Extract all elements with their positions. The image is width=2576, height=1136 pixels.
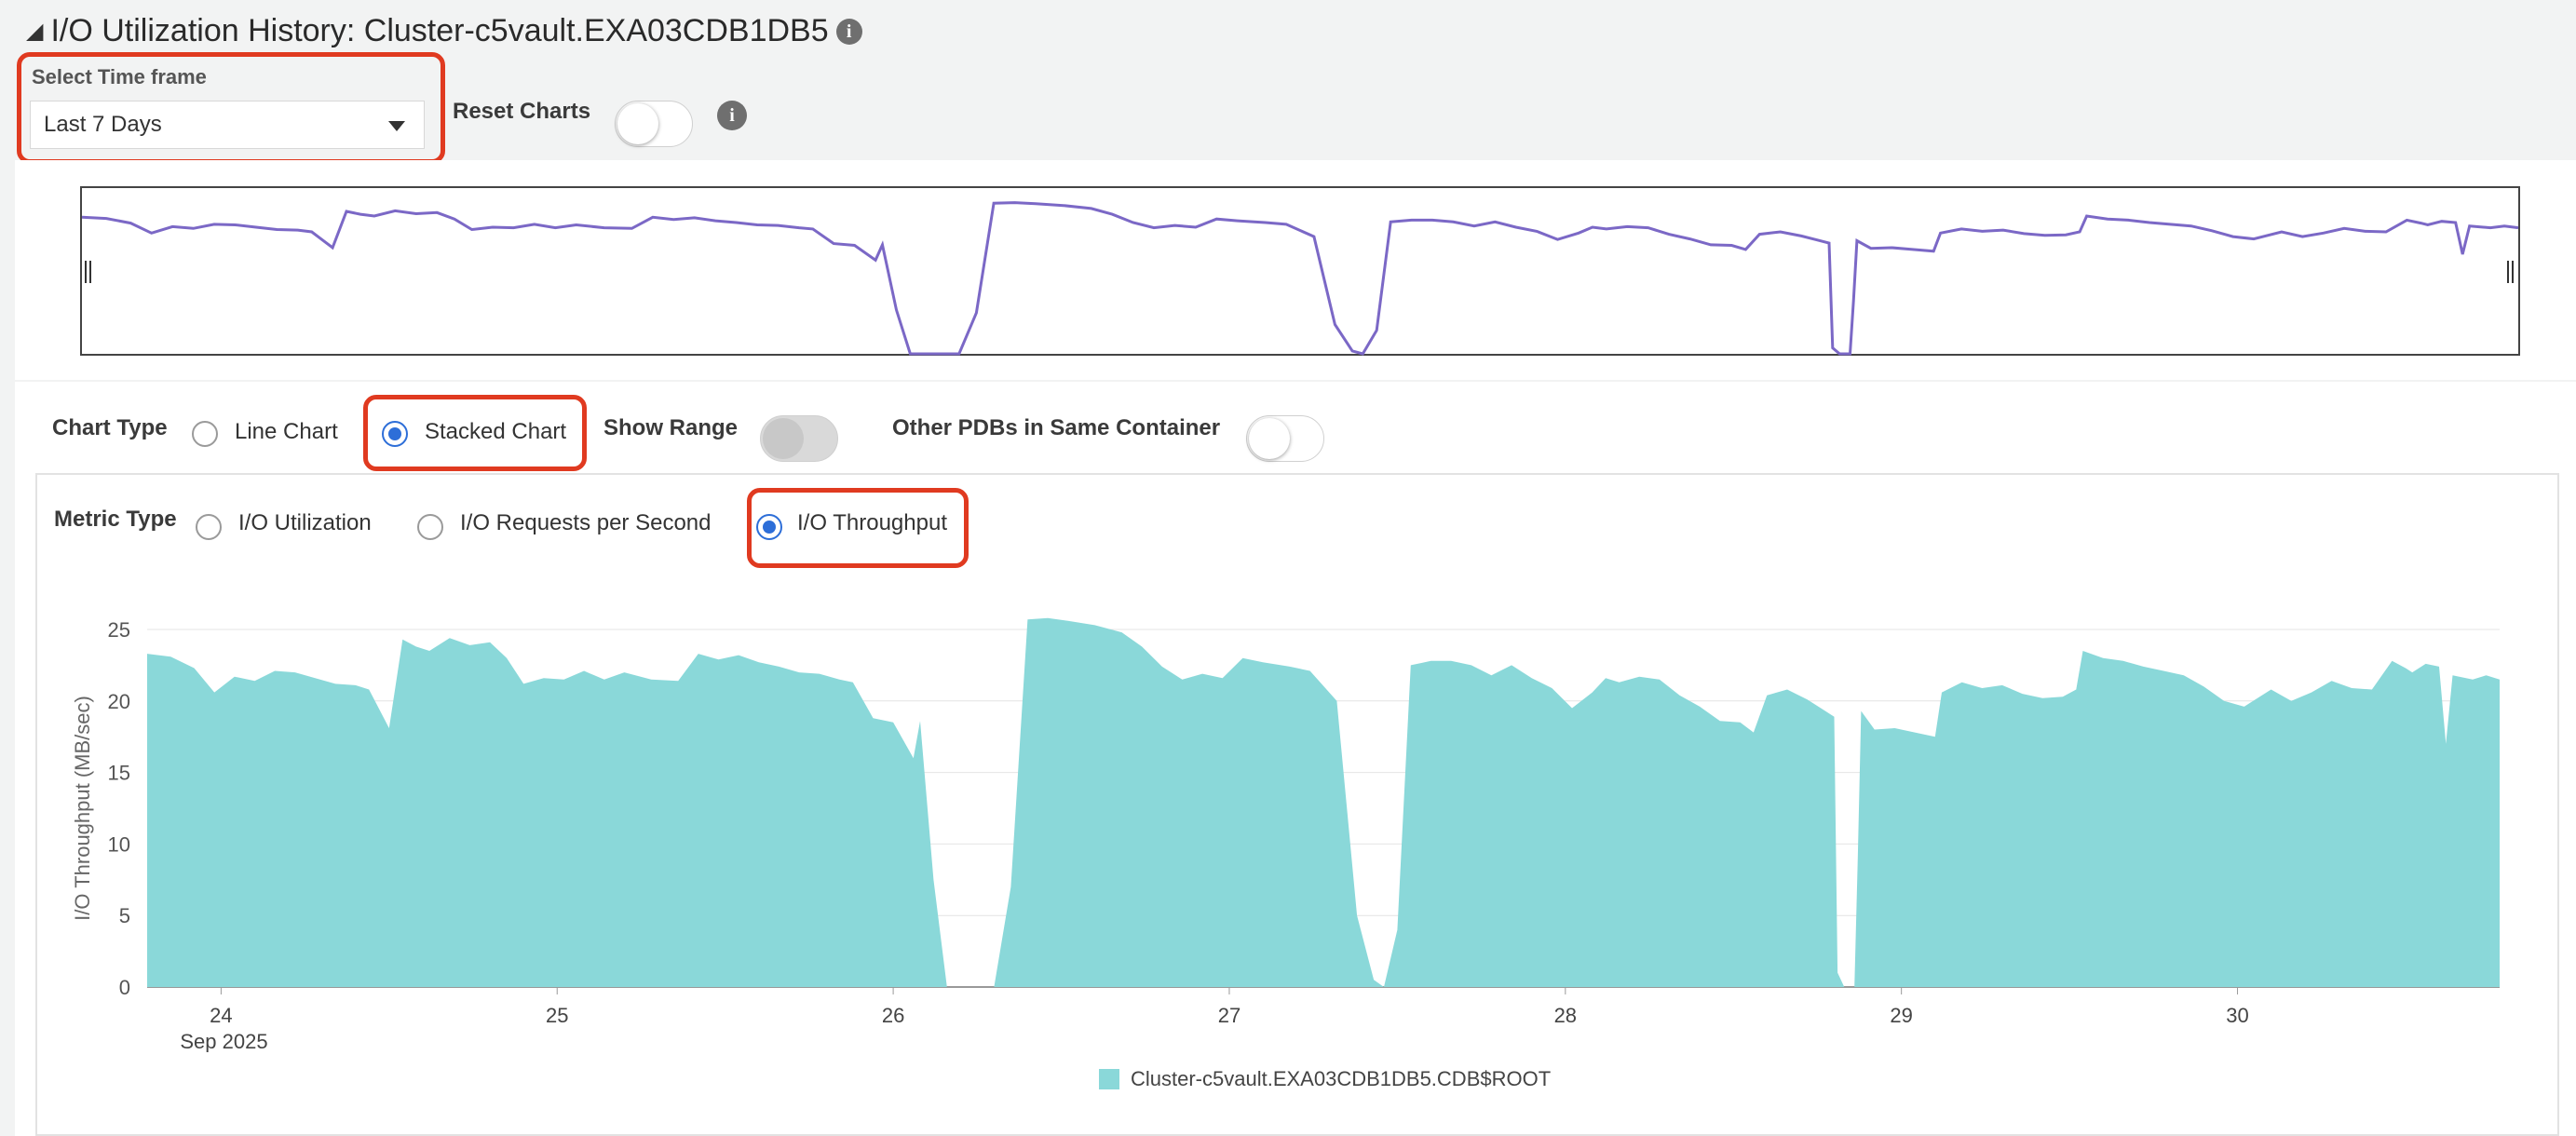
io-requests-radio[interactable] bbox=[417, 514, 443, 540]
x-tick-label: 27 bbox=[1218, 1004, 1241, 1027]
y-tick-label: 10 bbox=[108, 832, 130, 856]
overview-navigator[interactable] bbox=[80, 186, 2520, 356]
io-utilization-radio[interactable] bbox=[196, 514, 222, 540]
timeframe-value: Last 7 Days bbox=[44, 112, 162, 137]
stacked-chart-radio[interactable] bbox=[382, 421, 408, 447]
info-icon[interactable]: i bbox=[835, 18, 862, 45]
chart-type-label: Chart Type bbox=[52, 415, 168, 440]
show-range-toggle[interactable] bbox=[760, 415, 838, 462]
io-throughput-chart[interactable]: 0 5 10 15 20 25 24 25 26 27 28 29 30 I/O Throughput… bbox=[56, 596, 2533, 1052]
x-tick-label: 29 bbox=[1890, 1004, 1912, 1027]
y-tick-label: 25 bbox=[108, 618, 130, 642]
legend-label: Cluster-c5vault.EXA03CDB1DB5.CDB$ROOT bbox=[1131, 1067, 1552, 1090]
section-header[interactable]: ◢ I/O Utilization History: Cluster-c5vau… bbox=[26, 13, 862, 49]
y-tick-label: 15 bbox=[108, 762, 130, 785]
y-tick-label: 5 bbox=[119, 904, 130, 927]
timeframe-select[interactable]: Last 7 Days bbox=[30, 101, 425, 149]
y-axis-label: I/O Throughput (MB/sec) bbox=[71, 696, 94, 921]
show-range-label: Show Range bbox=[603, 415, 739, 440]
io-requests-label[interactable]: I/O Requests per Second bbox=[460, 510, 711, 536]
x-tick-label: 25 bbox=[546, 1004, 568, 1027]
stacked-chart-label[interactable]: Stacked Chart bbox=[425, 419, 566, 445]
x-tick-label: 28 bbox=[1554, 1004, 1577, 1027]
timeframe-label: Select Time frame bbox=[32, 65, 207, 88]
x-tick-label: 26 bbox=[882, 1004, 904, 1027]
page-title: I/O Utilization History: Cluster-c5vault… bbox=[50, 13, 829, 48]
metric-type-label: Metric Type bbox=[54, 507, 177, 532]
chart-legend[interactable]: Cluster-c5vault.EXA03CDB1DB5.CDB$ROOT bbox=[1099, 1067, 1551, 1091]
io-throughput-radio[interactable] bbox=[756, 514, 782, 540]
x-axis-month-label: Sep 2025 bbox=[180, 1030, 267, 1052]
reset-charts-label: Reset Charts bbox=[453, 99, 591, 124]
io-throughput-label[interactable]: I/O Throughput bbox=[797, 510, 947, 536]
line-chart-label[interactable]: Line Chart bbox=[235, 419, 338, 445]
collapse-triangle-icon[interactable]: ◢ bbox=[26, 18, 43, 45]
chevron-down-icon bbox=[388, 121, 405, 131]
x-tick-label: 30 bbox=[2226, 1004, 2248, 1027]
legend-swatch bbox=[1099, 1069, 1119, 1089]
other-pdbs-toggle[interactable] bbox=[1246, 415, 1324, 462]
reset-charts-toggle[interactable] bbox=[615, 101, 693, 147]
io-utilization-label[interactable]: I/O Utilization bbox=[238, 510, 372, 536]
throughput-area bbox=[147, 617, 2500, 987]
other-pdbs-label: Other PDBs in Same Container bbox=[892, 415, 1221, 440]
y-tick-label: 20 bbox=[108, 690, 130, 713]
reset-info-icon[interactable]: i bbox=[717, 101, 747, 130]
y-tick-label: 0 bbox=[119, 976, 130, 999]
x-tick-label: 24 bbox=[210, 1004, 232, 1027]
line-chart-radio[interactable] bbox=[192, 421, 218, 447]
